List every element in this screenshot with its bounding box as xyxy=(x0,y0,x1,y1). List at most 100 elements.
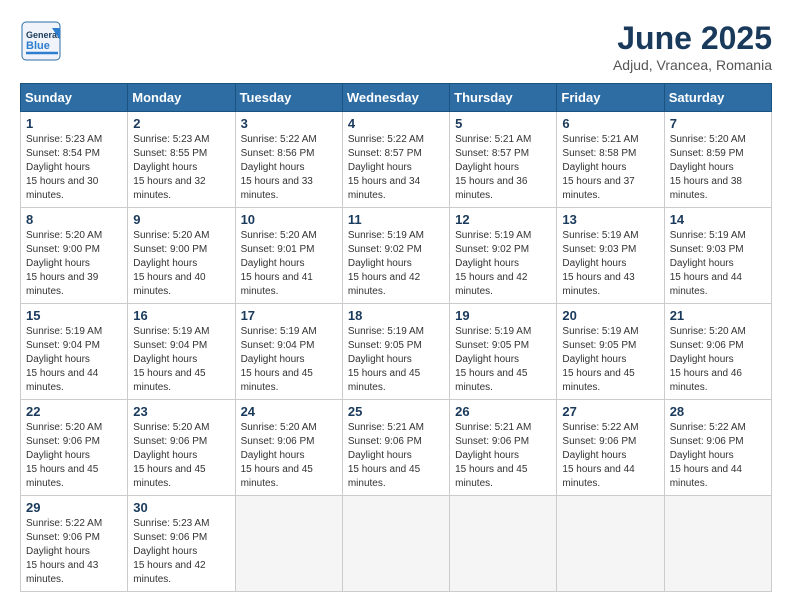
header-row: Sunday Monday Tuesday Wednesday Thursday… xyxy=(21,84,772,112)
day-cell-16: 16 Sunrise: 5:19 AMSunset: 9:04 PMDayligh… xyxy=(128,304,235,400)
day-info: Sunrise: 5:22 AMSunset: 8:57 PMDaylight … xyxy=(348,133,444,203)
day-info: Sunrise: 5:19 AMSunset: 9:05 PMDaylight … xyxy=(455,325,551,395)
logo: General Blue xyxy=(20,20,62,62)
col-friday: Friday xyxy=(557,84,664,112)
day-info: Sunrise: 5:19 AMSunset: 9:02 PMDaylight … xyxy=(348,229,444,299)
day-info: Sunrise: 5:21 AMSunset: 8:57 PMDaylight … xyxy=(455,133,551,203)
day-info: Sunrise: 5:22 AMSunset: 9:06 PMDaylight … xyxy=(670,421,766,491)
day-info: Sunrise: 5:19 AMSunset: 9:05 PMDaylight … xyxy=(562,325,658,395)
day-number: 24 xyxy=(241,404,337,419)
day-info: Sunrise: 5:21 AMSunset: 9:06 PMDaylight … xyxy=(348,421,444,491)
day-number: 20 xyxy=(562,308,658,323)
day-cell-19: 19 Sunrise: 5:19 AMSunset: 9:05 PMDayligh… xyxy=(450,304,557,400)
day-cell-2: 2 Sunrise: 5:23 AMSunset: 8:55 PMDaylight… xyxy=(128,112,235,208)
day-cell-6: 6 Sunrise: 5:21 AMSunset: 8:58 PMDaylight… xyxy=(557,112,664,208)
day-info: Sunrise: 5:19 AMSunset: 9:04 PMDaylight … xyxy=(241,325,337,395)
day-info: Sunrise: 5:22 AMSunset: 8:56 PMDaylight … xyxy=(241,133,337,203)
day-info: Sunrise: 5:20 AMSunset: 9:00 PMDaylight … xyxy=(133,229,229,299)
day-info: Sunrise: 5:23 AMSunset: 8:54 PMDaylight … xyxy=(26,133,122,203)
day-number: 15 xyxy=(26,308,122,323)
day-info: Sunrise: 5:21 AMSunset: 9:06 PMDaylight … xyxy=(455,421,551,491)
empty-cell xyxy=(450,496,557,592)
day-cell-1: 1Sunrise: 5:23 AMSunset: 8:54 PMDaylight… xyxy=(21,112,128,208)
day-info: Sunrise: 5:19 AMSunset: 9:05 PMDaylight … xyxy=(348,325,444,395)
day-cell-30: 30Sunrise: 5:23 AMSunset: 9:06 PMDayligh… xyxy=(128,496,235,592)
week-row-1: 1Sunrise: 5:23 AMSunset: 8:54 PMDaylight… xyxy=(21,112,772,208)
empty-cell xyxy=(235,496,342,592)
day-number: 10 xyxy=(241,212,337,227)
day-number: 9 xyxy=(133,212,229,227)
calendar-body: 1Sunrise: 5:23 AMSunset: 8:54 PMDaylight… xyxy=(21,112,772,592)
day-number: 4 xyxy=(348,116,444,131)
day-cell-13: 13Sunrise: 5:19 AMSunset: 9:03 PMDayligh… xyxy=(557,208,664,304)
day-number: 5 xyxy=(455,116,551,131)
day-cell-9: 9 Sunrise: 5:20 AMSunset: 9:00 PMDaylight… xyxy=(128,208,235,304)
logo-icon: General Blue xyxy=(20,20,62,62)
day-cell-10: 10 Sunrise: 5:20 AMSunset: 9:01 PMDayligh… xyxy=(235,208,342,304)
calendar-table: Sunday Monday Tuesday Wednesday Thursday… xyxy=(20,83,772,592)
day-number: 30 xyxy=(133,500,229,515)
day-cell-15: 15 Sunrise: 5:19 AMSunset: 9:04 PMDayligh… xyxy=(21,304,128,400)
col-saturday: Saturday xyxy=(664,84,771,112)
col-monday: Monday xyxy=(128,84,235,112)
day-number: 7 xyxy=(670,116,766,131)
day-number: 25 xyxy=(348,404,444,419)
day-number: 16 xyxy=(133,308,229,323)
day-cell-18: 18 Sunrise: 5:19 AMSunset: 9:05 PMDayligh… xyxy=(342,304,449,400)
week-row-2: 8 Sunrise: 5:20 AMSunset: 9:00 PMDaylight… xyxy=(21,208,772,304)
day-cell-3: 3Sunrise: 5:22 AMSunset: 8:56 PMDaylight… xyxy=(235,112,342,208)
day-number: 19 xyxy=(455,308,551,323)
week-row-5: 29 Sunrise: 5:22 AMSunset: 9:06 PMDayligh… xyxy=(21,496,772,592)
col-tuesday: Tuesday xyxy=(235,84,342,112)
day-info: Sunrise: 5:19 AMSunset: 9:04 PMDaylight … xyxy=(133,325,229,395)
day-cell-25: 25 Sunrise: 5:21 AMSunset: 9:06 PMDayligh… xyxy=(342,400,449,496)
day-info: Sunrise: 5:20 AMSunset: 8:59 PMDaylight … xyxy=(670,133,766,203)
day-info: Sunrise: 5:23 AMSunset: 8:55 PMDaylight … xyxy=(133,133,229,203)
header: General Blue June 2025 Adjud, Vrancea, R… xyxy=(20,20,772,73)
day-number: 6 xyxy=(562,116,658,131)
day-info: Sunrise: 5:20 AMSunset: 9:06 PMDaylight … xyxy=(133,421,229,491)
day-cell-12: 12Sunrise: 5:19 AMSunset: 9:02 PMDayligh… xyxy=(450,208,557,304)
calendar-title: June 2025 xyxy=(613,20,772,57)
day-info: Sunrise: 5:20 AMSunset: 9:01 PMDaylight … xyxy=(241,229,337,299)
day-cell-17: 17 Sunrise: 5:19 AMSunset: 9:04 PMDayligh… xyxy=(235,304,342,400)
day-info: Sunrise: 5:20 AMSunset: 9:06 PMDaylight … xyxy=(26,421,122,491)
empty-cell xyxy=(557,496,664,592)
day-number: 29 xyxy=(26,500,122,515)
day-number: 8 xyxy=(26,212,122,227)
day-number: 2 xyxy=(133,116,229,131)
day-info: Sunrise: 5:19 AMSunset: 9:03 PMDaylight … xyxy=(562,229,658,299)
day-cell-7: 7 Sunrise: 5:20 AMSunset: 8:59 PMDaylight… xyxy=(664,112,771,208)
title-area: June 2025 Adjud, Vrancea, Romania xyxy=(613,20,772,73)
day-info: Sunrise: 5:20 AMSunset: 9:06 PMDaylight … xyxy=(670,325,766,395)
day-cell-28: 28 Sunrise: 5:22 AMSunset: 9:06 PMDayligh… xyxy=(664,400,771,496)
day-info: Sunrise: 5:19 AMSunset: 9:04 PMDaylight … xyxy=(26,325,122,395)
day-number: 28 xyxy=(670,404,766,419)
day-cell-27: 27 Sunrise: 5:22 AMSunset: 9:06 PMDayligh… xyxy=(557,400,664,496)
day-info: Sunrise: 5:22 AMSunset: 9:06 PMDaylight … xyxy=(26,517,122,587)
day-number: 12 xyxy=(455,212,551,227)
day-info: Sunrise: 5:21 AMSunset: 8:58 PMDaylight … xyxy=(562,133,658,203)
day-number: 26 xyxy=(455,404,551,419)
day-number: 27 xyxy=(562,404,658,419)
day-info: Sunrise: 5:20 AMSunset: 9:06 PMDaylight … xyxy=(241,421,337,491)
day-number: 21 xyxy=(670,308,766,323)
day-number: 17 xyxy=(241,308,337,323)
col-wednesday: Wednesday xyxy=(342,84,449,112)
day-cell-29: 29 Sunrise: 5:22 AMSunset: 9:06 PMDayligh… xyxy=(21,496,128,592)
day-info: Sunrise: 5:22 AMSunset: 9:06 PMDaylight … xyxy=(562,421,658,491)
day-cell-22: 22 Sunrise: 5:20 AMSunset: 9:06 PMDayligh… xyxy=(21,400,128,496)
day-number: 22 xyxy=(26,404,122,419)
day-cell-4: 4 Sunrise: 5:22 AMSunset: 8:57 PMDaylight… xyxy=(342,112,449,208)
calendar-subtitle: Adjud, Vrancea, Romania xyxy=(613,57,772,73)
day-cell-14: 14Sunrise: 5:19 AMSunset: 9:03 PMDayligh… xyxy=(664,208,771,304)
col-sunday: Sunday xyxy=(21,84,128,112)
day-number: 18 xyxy=(348,308,444,323)
day-number: 23 xyxy=(133,404,229,419)
day-cell-21: 21 Sunrise: 5:20 AMSunset: 9:06 PMDayligh… xyxy=(664,304,771,400)
week-row-4: 22 Sunrise: 5:20 AMSunset: 9:06 PMDayligh… xyxy=(21,400,772,496)
day-number: 11 xyxy=(348,212,444,227)
svg-text:Blue: Blue xyxy=(26,40,50,52)
col-thursday: Thursday xyxy=(450,84,557,112)
day-cell-20: 20 Sunrise: 5:19 AMSunset: 9:05 PMDayligh… xyxy=(557,304,664,400)
